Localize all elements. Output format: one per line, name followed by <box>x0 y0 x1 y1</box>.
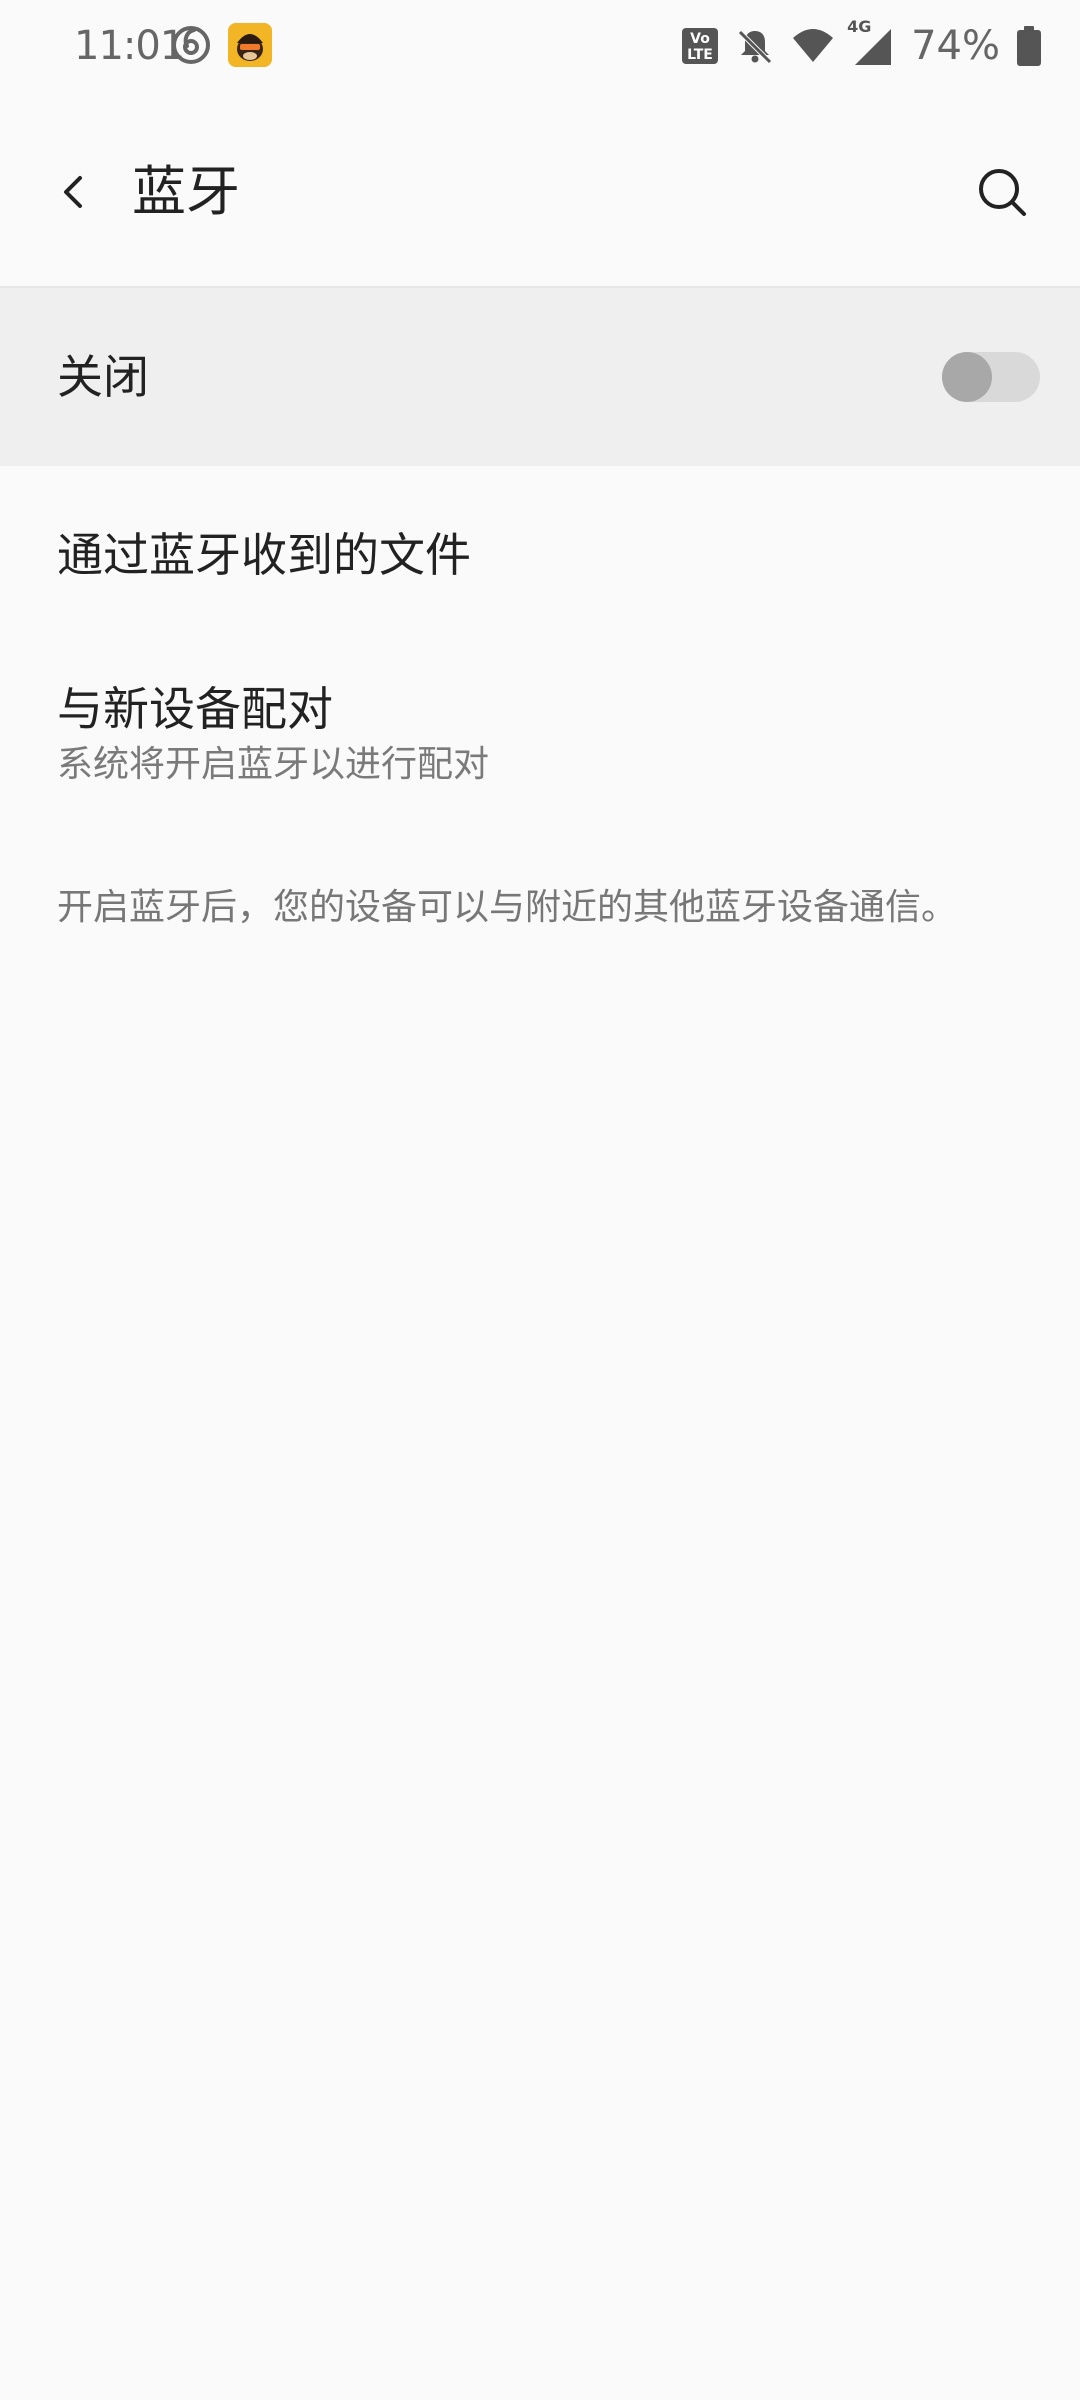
app-avatar-icon <box>228 23 272 67</box>
wifi-icon <box>791 26 835 66</box>
pair-new-device-title: 与新设备配对 <box>57 682 333 736</box>
chevron-left-icon <box>64 176 82 208</box>
cellular-signal-icon: 4G <box>847 17 893 67</box>
bluetooth-toggle-label: 关闭 <box>57 350 149 404</box>
volte-top-text: Vo <box>690 31 710 47</box>
search-button[interactable] <box>968 158 1036 226</box>
page-title: 蓝牙 <box>132 160 240 223</box>
search-icon <box>979 169 1026 216</box>
app-bar: 蓝牙 <box>0 96 1080 286</box>
network-type-badge: 4G <box>847 17 872 36</box>
status-bar: 11:01 Vo LTE 4G 74% <box>0 0 1080 96</box>
notifications-off-icon <box>735 26 775 66</box>
status-time: 11:01 <box>74 23 185 69</box>
bluetooth-switch[interactable] <box>942 352 1040 402</box>
pair-new-device-subtitle: 系统将开启蓝牙以进行配对 <box>57 744 490 785</box>
volte-icon: Vo LTE <box>681 27 719 65</box>
bluetooth-footer-note: 开启蓝牙后，您的设备可以与附近的其他蓝牙设备通信。 <box>57 887 958 928</box>
battery-icon <box>1016 25 1042 67</box>
bluetooth-toggle-row[interactable]: 关闭 <box>0 288 1080 466</box>
battery-percent: 74% <box>911 23 1000 69</box>
switch-thumb <box>942 352 992 402</box>
status-icons: Vo LTE 4G 74% <box>665 17 1042 72</box>
received-files-item[interactable]: 通过蓝牙收到的文件 <box>0 468 1080 638</box>
received-files-title: 通过蓝牙收到的文件 <box>57 528 471 582</box>
back-button[interactable] <box>40 158 108 226</box>
pair-new-device-item[interactable]: 与新设备配对 系统将开启蓝牙以进行配对 <box>0 638 1080 818</box>
netease-music-icon <box>170 24 212 66</box>
volte-bottom-text: LTE <box>687 47 713 63</box>
